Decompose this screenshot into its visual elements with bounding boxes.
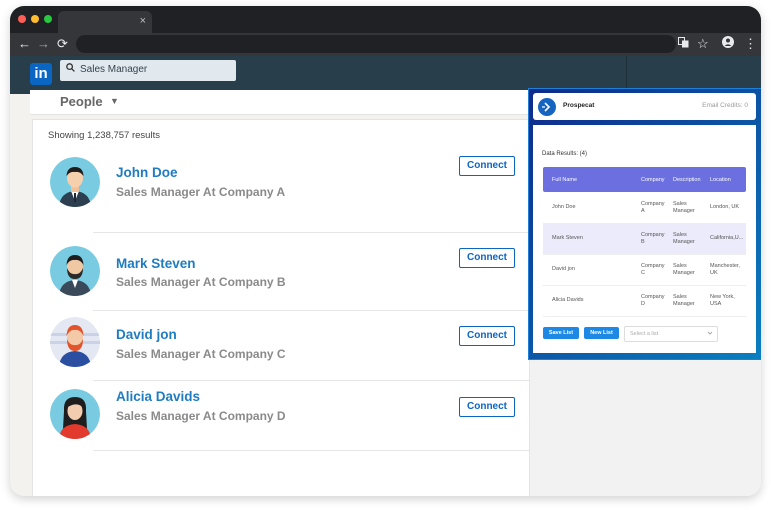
- prospecat-body: Data Results: (4) Full Name Company Desc…: [533, 125, 756, 353]
- cell-company: Company B: [641, 232, 665, 245]
- person-title: Sales Manager At Company C: [116, 347, 286, 361]
- cell-location: Manchester, UK: [710, 263, 740, 276]
- table-row[interactable]: Mark Steven Company B Sales Manager Cali…: [543, 223, 746, 255]
- avatar-mark-steven[interactable]: [50, 246, 100, 296]
- cell-name: John Doe: [552, 204, 576, 210]
- address-bar[interactable]: [76, 35, 676, 53]
- close-window-dot[interactable]: [18, 15, 26, 23]
- reload-icon[interactable]: ⟳: [57, 36, 68, 52]
- prospecat-panel: Prospecat Email Credits: 0 Data Results:…: [528, 88, 761, 360]
- search-results-panel: Showing 1,238,757 results John Doe Sales…: [32, 119, 530, 496]
- connect-button[interactable]: Connect: [459, 248, 515, 268]
- browser-menu-icon[interactable]: ⋮: [744, 36, 757, 52]
- maximize-window-dot[interactable]: [44, 15, 52, 23]
- person-title: Sales Manager At Company D: [116, 409, 286, 423]
- people-filter-label[interactable]: People: [60, 94, 103, 109]
- column-header: Full Name: [552, 177, 578, 183]
- forward-arrow-icon[interactable]: →: [37, 36, 50, 52]
- browser-window: × ← → ⟳ ☆ ⋮ in Sales Manager People ▼ Sh…: [10, 6, 761, 496]
- avatar-alicia-davids[interactable]: [50, 389, 100, 439]
- tab-close-icon[interactable]: ×: [140, 14, 146, 28]
- email-credits: Email Credits: 0: [702, 102, 748, 109]
- minimize-window-dot[interactable]: [31, 15, 39, 23]
- person-title: Sales Manager At Company A: [116, 185, 286, 199]
- person-name[interactable]: David jon: [116, 327, 177, 342]
- browser-tab[interactable]: ×: [58, 11, 152, 33]
- search-value: Sales Manager: [80, 64, 148, 75]
- cell-description: Sales Manager: [673, 294, 695, 307]
- connect-button[interactable]: Connect: [459, 326, 515, 346]
- profile-icon[interactable]: [722, 36, 734, 52]
- linkedin-logo[interactable]: in: [30, 63, 52, 85]
- column-header: Company: [641, 177, 665, 183]
- cell-name: Mark Steven: [552, 235, 583, 241]
- table-row[interactable]: David jon Company C Sales Manager Manche…: [543, 254, 746, 286]
- table-header: Full Name Company Description Location: [543, 167, 746, 192]
- prospecat-name: Prospecat: [563, 102, 595, 109]
- browser-tab-bar: ×: [10, 6, 761, 33]
- back-arrow-icon[interactable]: ←: [18, 36, 31, 52]
- bookmark-star-icon[interactable]: ☆: [697, 36, 709, 52]
- cell-location: London, UK: [710, 204, 740, 210]
- list-select-placeholder: Select a list: [630, 331, 659, 337]
- results-count: Showing 1,238,757 results: [48, 130, 160, 141]
- result-divider: [93, 232, 529, 233]
- cell-location: New York, USA: [710, 294, 735, 307]
- result-divider: [93, 310, 529, 311]
- connect-button[interactable]: Connect: [459, 397, 515, 417]
- translate-icon[interactable]: [678, 36, 689, 52]
- save-list-button[interactable]: Save List: [543, 327, 579, 339]
- person-title: Sales Manager At Company B: [116, 275, 286, 289]
- person-name[interactable]: Alicia Davids: [116, 389, 200, 404]
- table-row[interactable]: John Doe Company A Sales Manager London,…: [543, 192, 746, 224]
- people-filter-bar: People ▼: [30, 90, 528, 115]
- person-name[interactable]: John Doe: [116, 165, 178, 180]
- column-header: Location: [710, 177, 731, 183]
- person-name[interactable]: Mark Steven: [116, 256, 196, 271]
- search-input[interactable]: Sales Manager: [60, 60, 236, 81]
- browser-toolbar: ← → ⟳ ☆ ⋮: [10, 33, 761, 56]
- cell-description: Sales Manager: [673, 201, 695, 214]
- cell-location: California,U...: [710, 235, 744, 241]
- cell-name: Alicia Davids: [552, 297, 584, 303]
- cell-description: Sales Manager: [673, 263, 695, 276]
- cell-company: Company C: [641, 263, 665, 276]
- column-header: Description: [673, 177, 701, 183]
- table-row[interactable]: Alicia Davids Company D Sales Manager Ne…: [543, 285, 746, 317]
- chevron-down-icon: [707, 330, 713, 338]
- avatar-john-doe[interactable]: [50, 157, 100, 207]
- cell-company: Company D: [641, 294, 665, 307]
- cell-company: Company A: [641, 201, 665, 214]
- list-select[interactable]: Select a list: [624, 326, 718, 342]
- search-icon: [66, 63, 75, 75]
- chevron-down-icon[interactable]: ▼: [110, 96, 119, 106]
- prospecat-header: Prospecat Email Credits: 0: [533, 93, 756, 120]
- result-divider: [93, 450, 529, 451]
- prospecat-logo-icon: [538, 98, 556, 116]
- cell-name: David jon: [552, 266, 575, 272]
- connect-button[interactable]: Connect: [459, 156, 515, 176]
- cell-description: Sales Manager: [673, 232, 695, 245]
- result-divider: [93, 380, 529, 381]
- new-list-button[interactable]: New List: [584, 327, 619, 339]
- data-results-label: Data Results: (4): [542, 151, 588, 157]
- avatar-david-jon[interactable]: [50, 317, 100, 367]
